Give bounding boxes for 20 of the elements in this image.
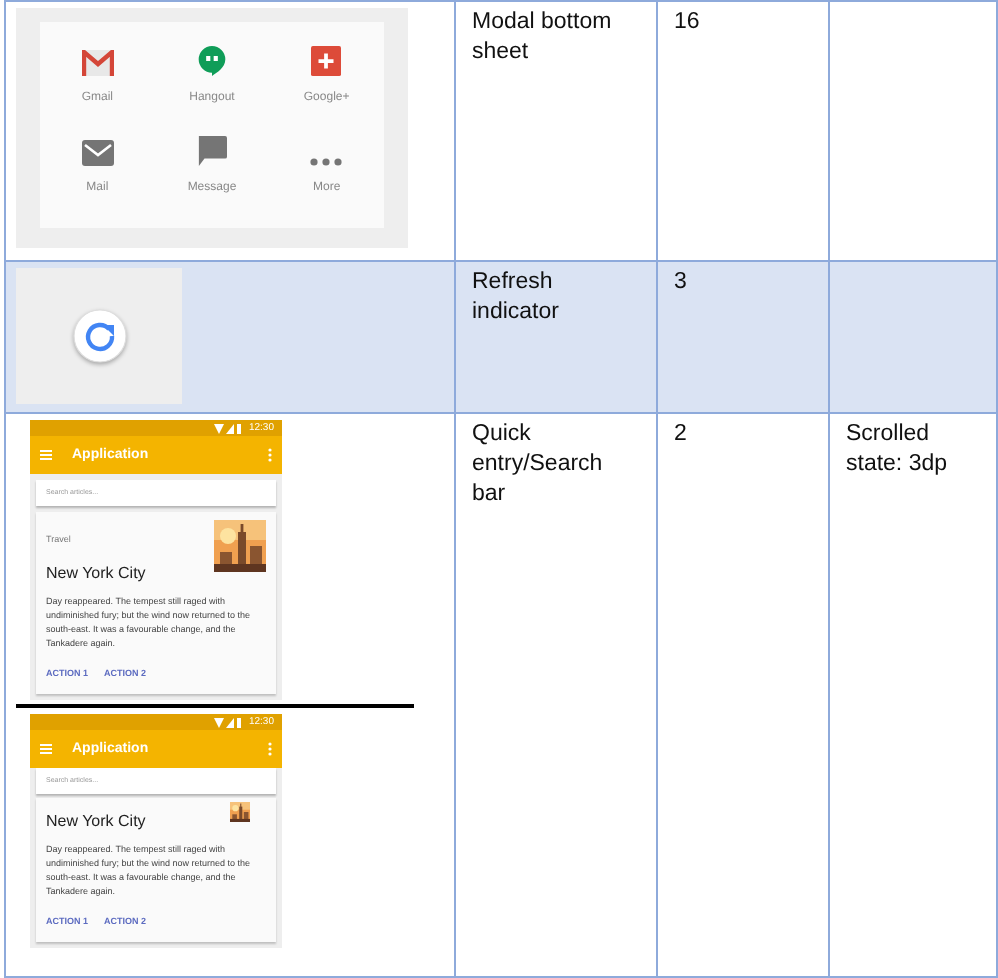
card-title: New York City: [46, 562, 146, 586]
note-text: Scrolled state: 3dp: [846, 422, 948, 476]
signal-icon: [214, 423, 243, 433]
refresh-icon: [69, 306, 129, 366]
more-icon: [310, 158, 343, 167]
elevation-value: 16: [674, 10, 700, 34]
elevation-value: 2: [674, 422, 687, 446]
menu-icon[interactable]: [40, 450, 52, 460]
message-icon: [195, 136, 228, 167]
signal-icon: [214, 717, 243, 727]
envelope-m-icon: [81, 49, 114, 76]
component-name: Quick entry/Search bar: [472, 422, 603, 506]
card-title: New York City: [46, 810, 146, 834]
component-name: Modal bottom sheet: [472, 10, 612, 64]
plus-square-icon: [310, 45, 343, 76]
chat-bubble-icon: [195, 45, 228, 76]
component-name: Refresh indicator: [472, 270, 559, 324]
elevation-value: 3: [674, 270, 687, 294]
mail-icon: [81, 140, 114, 167]
menu-icon[interactable]: [40, 744, 52, 754]
